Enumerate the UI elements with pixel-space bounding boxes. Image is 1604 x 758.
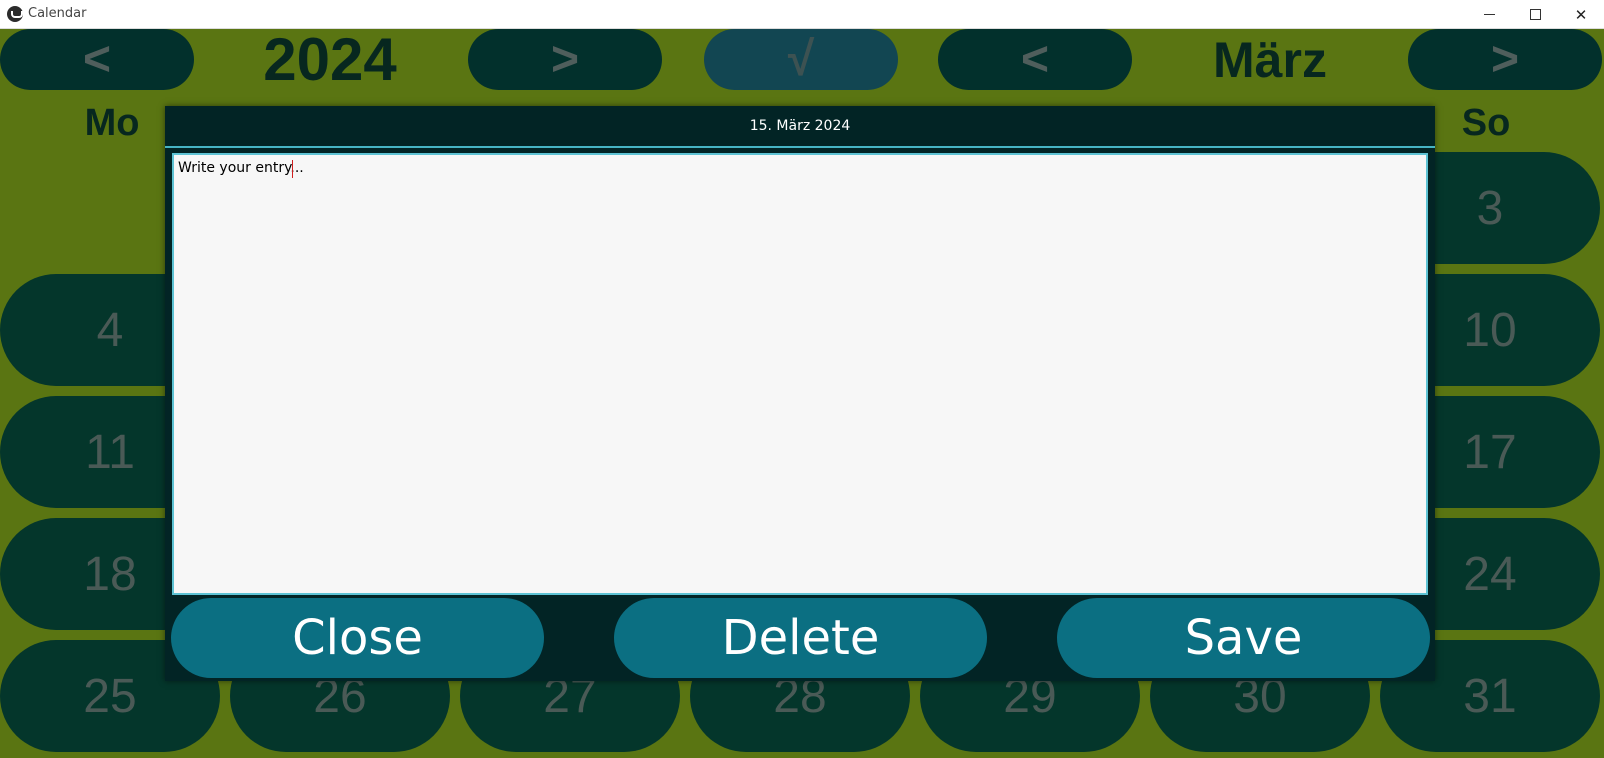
maximize-icon: [1529, 9, 1541, 20]
save-button[interactable]: Save: [1057, 598, 1430, 678]
dialog-title: 15. März 2024: [165, 106, 1435, 148]
year-label: 2024: [263, 26, 397, 93]
prev-month-button[interactable]: <: [938, 29, 1132, 90]
month-label: März: [1213, 31, 1327, 88]
delete-button[interactable]: Delete: [614, 598, 987, 678]
app-icon: [7, 6, 23, 22]
entry-text: Write your entry...: [178, 160, 304, 176]
next-month-button[interactable]: >: [1408, 29, 1602, 90]
next-year-button[interactable]: >: [468, 29, 662, 90]
today-button[interactable]: √: [704, 29, 898, 90]
entry-dialog: 15. März 2024 Write your entry... Close …: [165, 106, 1435, 681]
minimize-button[interactable]: [1466, 0, 1512, 29]
maximize-button[interactable]: [1512, 0, 1558, 29]
text-caret: [292, 160, 293, 178]
entry-textarea[interactable]: Write your entry...: [172, 153, 1428, 595]
close-window-button[interactable]: ✕: [1558, 0, 1604, 29]
window-title: Calendar: [28, 6, 87, 21]
close-button[interactable]: Close: [171, 598, 544, 678]
prev-year-button[interactable]: <: [0, 29, 194, 90]
title-bar: Calendar ✕: [0, 0, 1604, 29]
minimize-icon: [1483, 14, 1495, 15]
